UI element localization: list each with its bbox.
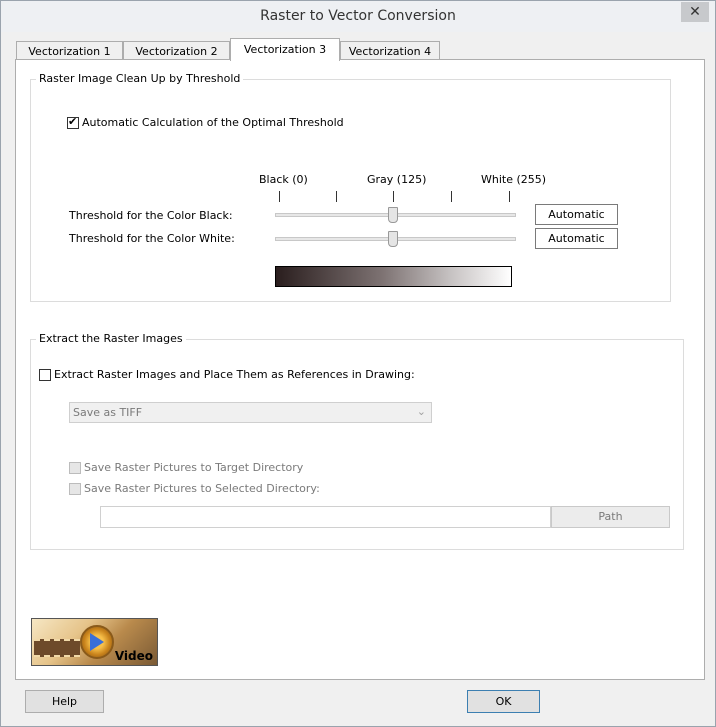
auto-calc-label: Automatic Calculation of the Optimal Thr…	[82, 116, 344, 129]
white-threshold-label: Threshold for the Color White:	[69, 232, 235, 245]
title-bar: Raster to Vector Conversion ✕	[1, 1, 715, 32]
tab-vectorization-2[interactable]: Vectorization 2	[123, 41, 230, 60]
window-title: Raster to Vector Conversion	[260, 8, 456, 24]
auto-calc-checkbox[interactable]	[67, 115, 79, 129]
path-input[interactable]	[100, 506, 551, 528]
tab-label: Vectorization 2	[135, 45, 218, 58]
save-target-label: Save Raster Pictures to Target Directory	[84, 461, 304, 474]
scale-tick	[336, 191, 337, 202]
save-selected-checkbox[interactable]	[69, 483, 81, 495]
close-icon: ✕	[689, 4, 701, 20]
tab-vectorization-3[interactable]: Vectorization 3	[230, 38, 340, 61]
save-target-checkbox[interactable]	[69, 462, 81, 474]
video-label: Video	[114, 649, 153, 663]
ok-button[interactable]: OK	[467, 690, 540, 713]
save-selected-label: Save Raster Pictures to Selected Directo…	[84, 482, 320, 495]
scale-tick	[279, 191, 280, 202]
tab-label: Vectorization 3	[243, 43, 327, 56]
close-button[interactable]: ✕	[681, 2, 709, 22]
dialog-window: Raster to Vector Conversion ✕ Vectorizat…	[0, 0, 716, 727]
extract-group-label: Extract the Raster Images	[36, 332, 186, 345]
black-threshold-label: Threshold for the Color Black:	[69, 209, 233, 222]
play-icon	[90, 633, 104, 651]
tab-label: Vectorization 4	[348, 45, 432, 58]
scale-label-black: Black (0)	[259, 173, 308, 186]
scale-tick	[451, 191, 452, 202]
path-button[interactable]: Path	[551, 506, 670, 528]
black-automatic-button[interactable]: Automatic	[535, 204, 618, 225]
white-threshold-thumb[interactable]	[388, 231, 398, 247]
help-button[interactable]: Help	[25, 690, 104, 713]
tab-vectorization-1[interactable]: Vectorization 1	[16, 41, 123, 60]
film-strip-icon	[34, 639, 80, 657]
scale-tick	[509, 191, 510, 202]
tab-vectorization-4[interactable]: Vectorization 4	[340, 41, 440, 60]
white-automatic-button[interactable]: Automatic	[535, 228, 618, 249]
format-select[interactable]: Save as TIFF ⌄	[69, 402, 432, 423]
extract-raster-label: Extract Raster Images and Place Them as …	[54, 368, 415, 381]
black-threshold-thumb[interactable]	[388, 207, 398, 223]
chevron-down-icon: ⌄	[416, 405, 426, 418]
format-select-value: Save as TIFF	[73, 406, 143, 419]
scale-tick	[393, 191, 394, 202]
video-button[interactable]: Video	[31, 618, 158, 666]
scale-label-white: White (255)	[481, 173, 547, 186]
tab-label: Vectorization 1	[28, 45, 111, 58]
scale-label-gray: Gray (125)	[367, 173, 427, 186]
extract-raster-checkbox[interactable]	[39, 369, 51, 381]
threshold-gradient-preview	[275, 266, 512, 287]
threshold-group-label: Raster Image Clean Up by Threshold	[36, 72, 244, 85]
